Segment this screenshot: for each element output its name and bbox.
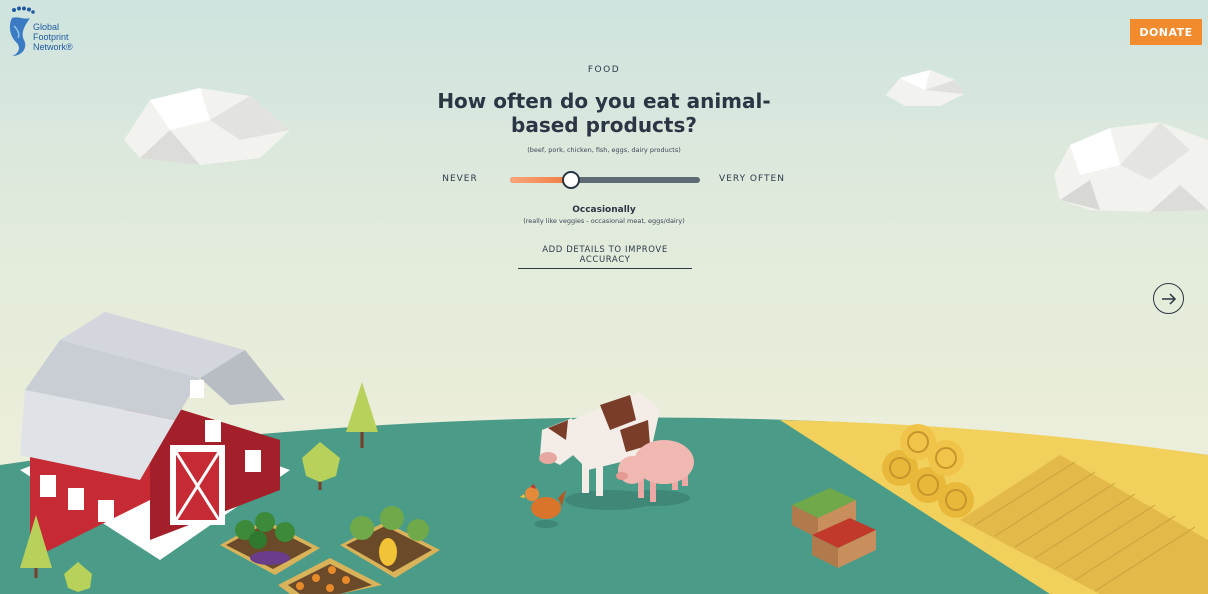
logo-line-1: Global [33, 22, 60, 32]
add-details-link[interactable]: ADD DETAILS TO IMPROVE ACCURACY [518, 245, 692, 269]
logo-line-3: Network® [33, 42, 73, 52]
global-footprint-network-logo[interactable]: Global Footprint Network® [8, 6, 88, 58]
frequency-slider-track[interactable] [510, 177, 700, 183]
slider-max-label: VERY OFTEN [719, 174, 785, 184]
next-button[interactable] [1153, 283, 1184, 314]
question-title: How often do you eat animal-based produc… [437, 89, 771, 137]
cloud-icon [1054, 122, 1208, 212]
scene-background: Global Footprint Network® DONATE FOOD Ho… [0, 0, 1208, 594]
frequency-slider-thumb[interactable] [561, 171, 580, 189]
slider-current-label: Occasionally [572, 205, 636, 215]
slider-min-label: NEVER [442, 174, 478, 184]
logo-line-2: Footprint [33, 32, 69, 42]
cloud-icon [886, 70, 964, 106]
donate-button[interactable]: DONATE [1130, 19, 1202, 45]
logo-wordmark: Global Footprint Network® [33, 22, 73, 52]
footprint-logo-icon [9, 6, 35, 56]
arrow-right-icon [1161, 292, 1176, 305]
slider-current-description: (really like veggies - occasional meat, … [523, 217, 685, 225]
question-subtitle: (beef, pork, chicken, fish, eggs, dairy … [527, 146, 681, 154]
question-category: FOOD [587, 65, 621, 75]
